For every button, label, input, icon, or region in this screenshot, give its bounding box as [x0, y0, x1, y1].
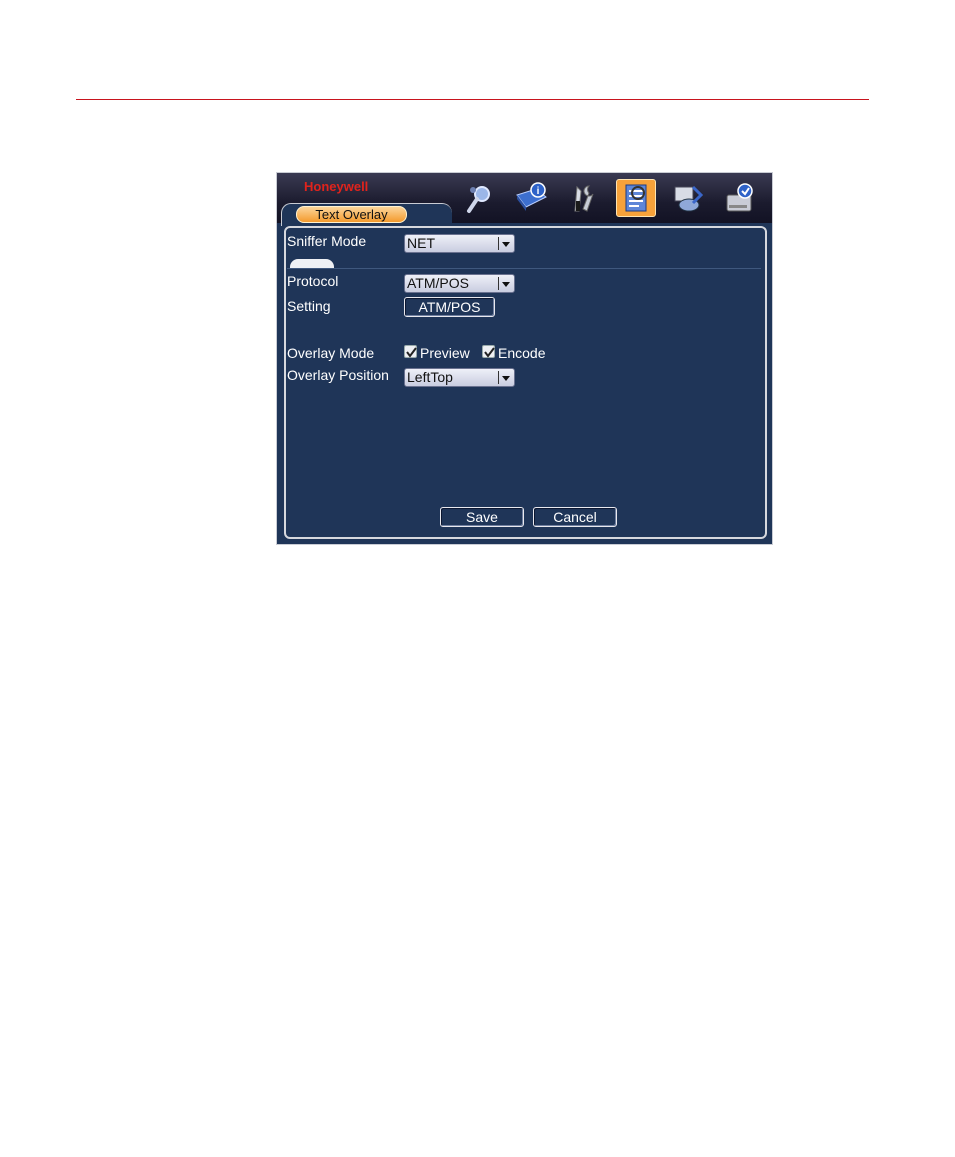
encode-checkbox[interactable] [482, 345, 495, 358]
setting-label: Setting [287, 298, 331, 314]
preview-checkbox[interactable] [404, 345, 417, 358]
divider [287, 268, 761, 269]
overlay-position-label: Overlay Position [287, 367, 389, 383]
dropdown-arrow-icon [498, 237, 511, 250]
save-button[interactable]: Save [440, 507, 524, 527]
disk-icon[interactable] [720, 179, 760, 217]
overlay-position-value: LeftTop [407, 369, 453, 385]
preview-label: Preview [420, 345, 470, 361]
dvr-settings-window: Honeywell i Text Overlay Sniffer Mode NE… [276, 172, 773, 545]
cancel-button[interactable]: Cancel [533, 507, 617, 527]
protocol-value: ATM/POS [407, 275, 469, 291]
sniffer-mode-label: Sniffer Mode [287, 233, 367, 249]
protocol-label: Protocol [287, 273, 339, 289]
dropdown-arrow-icon [498, 371, 511, 384]
overlay-mode-label: Overlay Mode [287, 345, 375, 361]
search-icon[interactable] [460, 179, 500, 217]
toolbar-icons: i [460, 179, 760, 219]
brand-logo: Honeywell [304, 179, 369, 194]
sniffer-mode-select[interactable]: NET [404, 234, 515, 253]
text-overlay-icon[interactable] [616, 179, 656, 217]
info-book-icon[interactable]: i [512, 179, 552, 217]
page-rule [76, 99, 869, 100]
setting-atm-pos-button[interactable]: ATM/POS [404, 297, 495, 317]
svg-text:i: i [537, 186, 540, 197]
protocol-select[interactable]: ATM/POS [404, 274, 515, 293]
sub-tab[interactable] [290, 259, 334, 268]
encode-label: Encode [498, 345, 546, 361]
tools-icon[interactable] [564, 179, 604, 217]
dropdown-arrow-icon [498, 277, 511, 290]
tab-text-overlay[interactable]: Text Overlay [296, 206, 407, 223]
sniffer-mode-value: NET [407, 235, 435, 251]
overlay-position-select[interactable]: LeftTop [404, 368, 515, 387]
backup-icon[interactable] [668, 179, 708, 217]
